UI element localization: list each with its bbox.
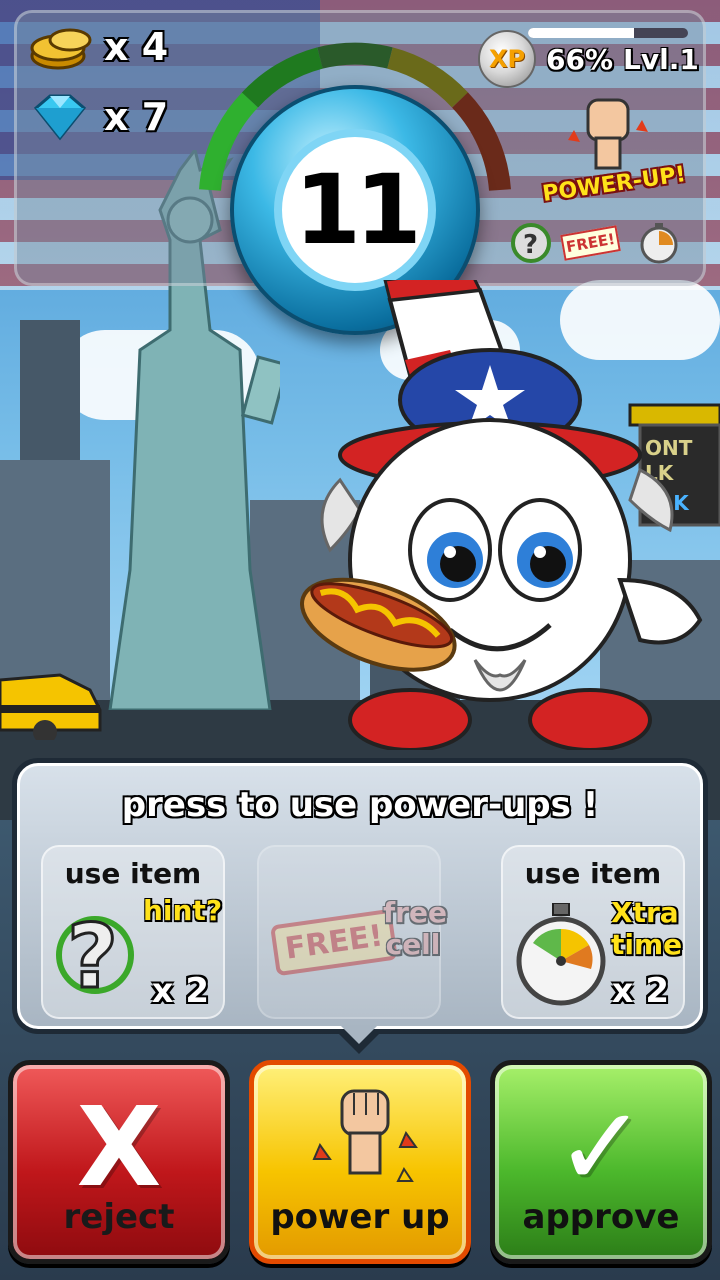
panel-pointer-inner [340, 1025, 378, 1044]
free-mini-icon: FREE! [560, 218, 622, 268]
coins-stat: x 4 [28, 22, 168, 72]
xp-badge-icon: XP [478, 30, 536, 88]
diamond-icon [33, 94, 87, 141]
approve-check-icon: ✓ [554, 1083, 648, 1211]
svg-text:?: ? [67, 905, 118, 1005]
fist-icon [312, 1089, 418, 1182]
power-up-panel: press to use power-ups ! use item ? hint… [12, 758, 708, 1034]
xtra-time-count: x 2 [611, 971, 669, 1011]
free-mini-label: FREE! [560, 225, 622, 261]
coin-stack-icon [30, 28, 92, 70]
free-cell-name: free cell [383, 896, 447, 961]
stopwatch-mini-icon [634, 218, 684, 268]
uncle-sam-mascot [300, 280, 703, 750]
approve-button[interactable]: ✓ approve [490, 1060, 712, 1264]
free-cell-power-up-slot: FREE! free cell [257, 845, 447, 1019]
hint-count: x 2 [151, 971, 209, 1011]
hint-name: hint? [143, 894, 223, 927]
taxi-cab [0, 673, 102, 740]
hint-use-item-label: use item [64, 857, 202, 890]
coins-count: x 4 [104, 25, 169, 69]
xtra-time-use-item-label: use item [524, 857, 662, 890]
xp-indicator: XP 66% Lvl.1 [478, 30, 699, 88]
svg-text:?: ? [523, 230, 538, 260]
hint-mini-icon: ? [506, 218, 556, 268]
power-up-panel-title: press to use power-ups ! [121, 785, 599, 825]
free-stamp-icon: FREE! [270, 908, 399, 977]
free-stamp-label: FREE! [283, 918, 386, 967]
xp-percent: 66% [546, 42, 614, 76]
xtra-time-power-up-slot[interactable]: use item Xtra time x 2 [501, 845, 685, 1019]
approve-label: approve [522, 1197, 680, 1237]
reject-label: reject [63, 1197, 175, 1237]
hint-power-up-slot[interactable]: use item ? hint? x 2 [41, 845, 225, 1019]
question-mark-icon: ? [56, 904, 134, 1005]
stopwatch-icon [516, 903, 606, 1006]
gems-stat: x 7 [28, 92, 168, 142]
level-label: Lvl.1 [623, 42, 699, 76]
reject-button[interactable]: X reject [8, 1060, 230, 1264]
bingo-ball-face: 11 [274, 129, 436, 291]
power-up-fist-icon[interactable] [566, 90, 650, 170]
xtra-time-name: Xtra time [611, 896, 683, 961]
gems-count: x 7 [104, 95, 169, 139]
power-up-button-label: power up [270, 1197, 450, 1237]
reject-x-icon: X [76, 1083, 162, 1211]
ball-number: 11 [294, 154, 422, 266]
power-up-button[interactable]: power up [249, 1060, 471, 1264]
